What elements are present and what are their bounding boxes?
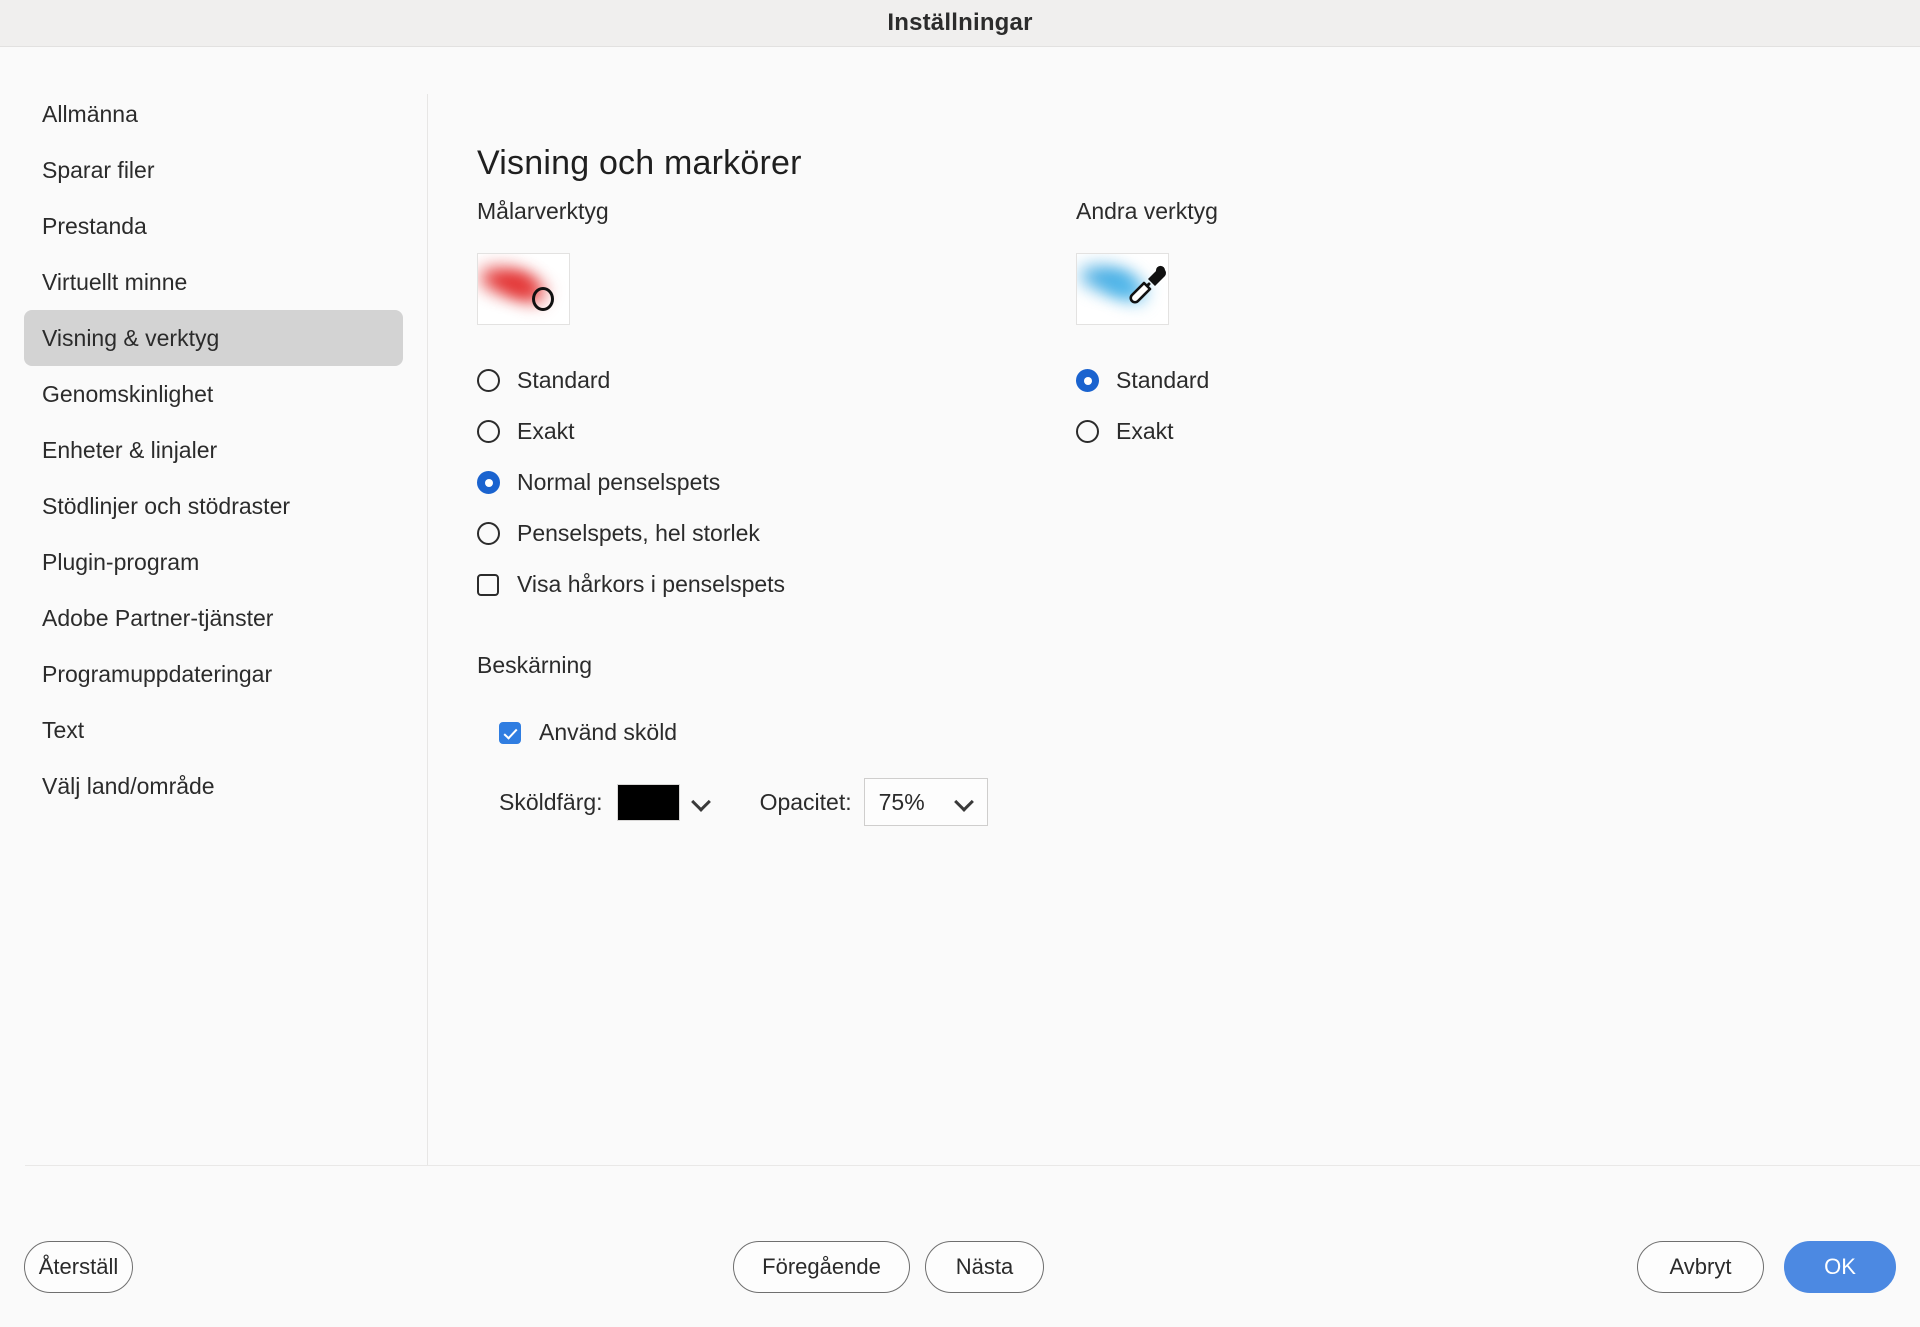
checkbox-anvand-skold[interactable]: Använd sköld [499,707,1117,758]
radio-icon[interactable] [1076,420,1099,443]
option-label: Exakt [1116,418,1174,444]
sidebar-item-plugin-program[interactable]: Plugin-program [24,534,403,590]
dialog-title: Inställningar [887,9,1033,36]
sidebar-item-label: Virtuellt minne [42,268,188,295]
sidebar-item-label: Välj land/område [42,772,215,799]
option-painting-normal-penselspets[interactable]: Normal penselspets [477,457,1117,508]
option-other-exakt[interactable]: Exakt [1076,406,1576,457]
cancel-button[interactable]: Avbryt [1637,1241,1764,1293]
radio-icon[interactable] [477,420,500,443]
sidebar-item-label: Text [42,716,85,743]
option-other-standard[interactable]: Standard [1076,355,1576,406]
option-painting-standard[interactable]: Standard [477,355,1117,406]
option-painting-penselspets-hel-storlek[interactable]: Penselspets, hel storlek [477,508,1117,559]
other-tools-cursor-preview [1076,253,1169,325]
sidebar-item-genomskinlighet[interactable]: Genomskinlighet [24,366,403,422]
sidebar-item-label: Prestanda [42,212,147,239]
settings-content: Visning och markörer Målarverktyg Standa… [428,48,1920,1165]
checkbox-icon[interactable] [499,721,521,744]
sidebar-item-label: Genomskinlighet [42,380,214,407]
checkbox-visa-harkors[interactable]: Visa hårkors i penselspets [477,559,1117,610]
brush-tip-cursor-icon [532,287,554,311]
sidebar-item-label: Programuppdateringar [42,660,273,687]
radio-icon[interactable] [477,522,500,545]
reset-button[interactable]: Återställ [24,1241,133,1293]
page-title: Visning och markörer [477,143,802,182]
sidebar-item-label: Adobe Partner-tjänster [42,604,274,631]
eyedropper-icon [1129,265,1166,304]
other-tools-column: Andra verktyg Standard Exakt [1076,198,1576,457]
checkbox-label: Visa hårkors i penselspets [517,571,786,597]
opacity-select[interactable]: 75% [863,778,988,826]
option-painting-exakt[interactable]: Exakt [477,406,1117,457]
next-button[interactable]: Nästa [925,1241,1044,1293]
other-tools-group-title: Andra verktyg [1076,198,1218,224]
sidebar-item-virtuellt-minne[interactable]: Virtuellt minne [24,254,403,310]
checkbox-icon[interactable] [477,573,499,596]
option-label: Standard [517,367,611,393]
sidebar-item-prestanda[interactable]: Prestanda [24,198,403,254]
sidebar-item-text[interactable]: Text [24,702,403,758]
color-swatch[interactable] [616,783,680,821]
chevron-down-icon[interactable] [955,792,975,812]
painting-group-title: Målarverktyg [477,198,609,224]
sidebar-item-label: Visning & verktyg [42,324,220,351]
painting-cursor-preview [477,253,570,325]
option-label: Normal penselspets [517,469,721,495]
option-label: Exakt [517,418,575,444]
radio-icon[interactable] [477,369,500,392]
shield-color-picker[interactable] [616,783,712,821]
sidebar-item-label: Allmänna [42,100,138,127]
sidebar-item-programuppdateringar[interactable]: Programuppdateringar [24,646,403,702]
crop-color-opacity-row: Sköldfärg: Opacitet: 75% [499,778,1117,826]
sidebar-item-label: Plugin-program [42,548,200,575]
settings-sidebar: Allmänna Sparar filer Prestanda Virtuell… [0,48,427,1165]
painting-cursor-options: Standard Exakt Normal penselspets Pensel… [477,355,1117,610]
sidebar-item-allmanna[interactable]: Allmänna [24,86,403,142]
sidebar-item-valj-land-omrade[interactable]: Välj land/område [24,758,403,814]
painting-tools-column: Målarverktyg Standard Exakt Normal pense… [477,198,1117,826]
sidebar-item-label: Stödlinjer och stödraster [42,492,291,519]
crop-group-title: Beskärning [477,652,593,678]
opacity-control: Opacitet: 75% [760,778,988,826]
ok-button[interactable]: OK [1784,1241,1896,1293]
dialog-body: Allmänna Sparar filer Prestanda Virtuell… [0,48,1920,1169]
previous-button[interactable]: Föregående [733,1241,910,1293]
sidebar-item-enheter-linjaler[interactable]: Enheter & linjaler [24,422,403,478]
opacity-value: 75% [878,788,925,815]
option-label: Standard [1116,367,1210,393]
option-label: Penselspets, hel storlek [517,520,760,546]
crop-controls-group: Använd sköld Sköldfärg: Opacitet: 75% [499,707,1117,826]
crop-section: Beskärning Använd sköld Sköldfärg: Opaci… [477,652,1117,826]
other-tools-cursor-options: Standard Exakt [1076,355,1576,457]
radio-icon[interactable] [1076,369,1099,392]
shield-color-label: Sköldfärg: [499,788,603,815]
sidebar-item-sparar-filer[interactable]: Sparar filer [24,142,403,198]
chevron-down-icon[interactable] [692,792,712,812]
opacity-label: Opacitet: [759,788,852,815]
dialog-titlebar: Inställningar [0,0,1920,47]
sidebar-item-label: Enheter & linjaler [42,436,218,463]
sidebar-item-stodlinjer-stodraster[interactable]: Stödlinjer och stödraster [24,478,403,534]
checkbox-label: Använd sköld [539,719,678,745]
sidebar-item-adobe-partner-tjanster[interactable]: Adobe Partner-tjänster [24,590,403,646]
sidebar-item-visning-verktyg[interactable]: Visning & verktyg [24,310,403,366]
sidebar-item-label: Sparar filer [42,156,155,183]
radio-icon[interactable] [477,471,500,494]
